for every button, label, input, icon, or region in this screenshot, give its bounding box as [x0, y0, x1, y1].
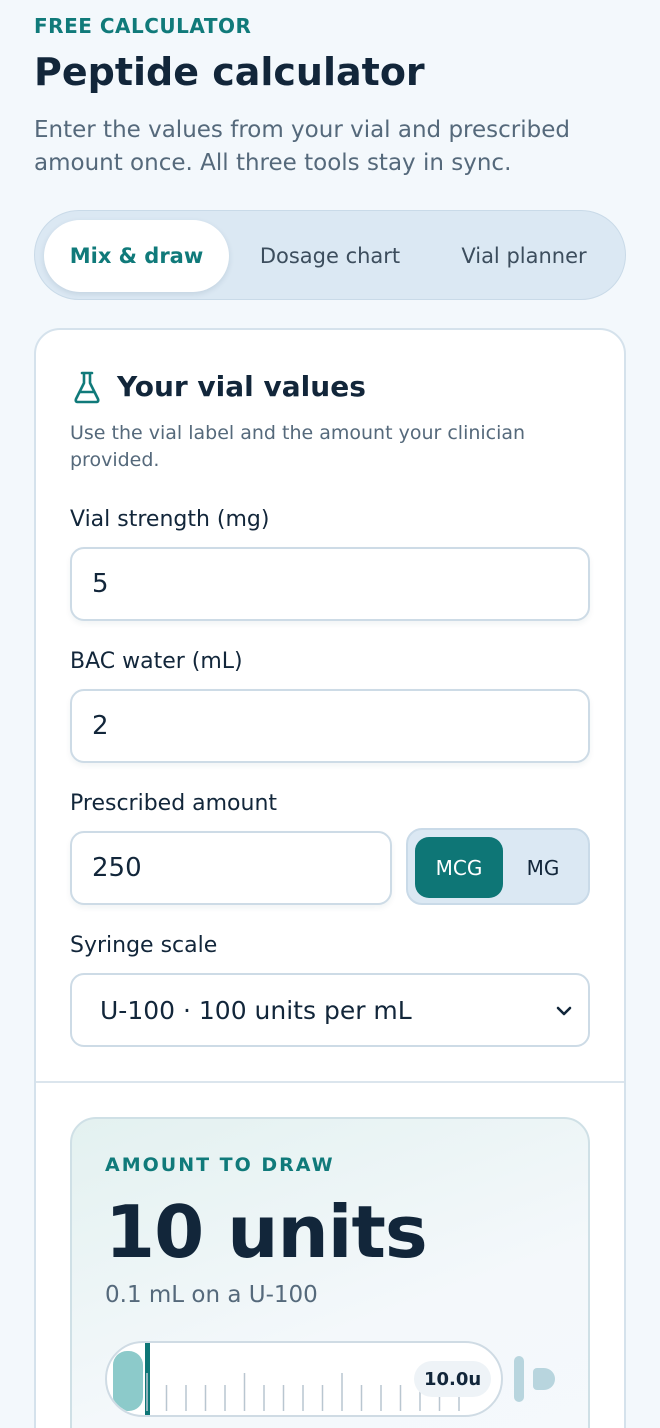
- result-amount: 10 units: [105, 1190, 428, 1274]
- syringe-reading-tag: 10.0u: [414, 1361, 492, 1397]
- unit-option-mg[interactable]: MG: [499, 837, 587, 898]
- eyebrow-label: FREE CALCULATOR: [34, 14, 252, 38]
- syringe-visual: 10.0u: [105, 1341, 503, 1417]
- flask-icon: [74, 371, 100, 404]
- vial-strength-input[interactable]: 5: [70, 547, 590, 621]
- page-title: Peptide calculator: [34, 50, 425, 94]
- prescribed-amount-input[interactable]: 250: [70, 831, 392, 905]
- syringe-scale-value: U-100 · 100 units per mL: [100, 995, 412, 1025]
- result-detail: 0.1 mL on a U-100: [105, 1282, 318, 1308]
- vial-strength-label: Vial strength (mg): [70, 507, 270, 532]
- card-description: Use the vial label and the amount your c…: [70, 422, 526, 471]
- card-title: Your vial values: [117, 370, 366, 403]
- syringe-scale-label: Syringe scale: [70, 933, 218, 958]
- tab-mix-draw[interactable]: Mix & draw: [44, 220, 229, 292]
- plunger-cap: [533, 1368, 555, 1390]
- bac-water-input[interactable]: 2: [70, 689, 590, 763]
- page-subtitle: Enter the values from your vial and pres…: [34, 117, 570, 176]
- tab-bar: Mix & draw Dosage chart Vial planner: [34, 210, 626, 300]
- tab-dosage-chart[interactable]: Dosage chart: [235, 220, 425, 292]
- tab-vial-planner[interactable]: Vial planner: [431, 220, 617, 292]
- bac-water-label: BAC water (mL): [70, 649, 243, 674]
- unit-option-mcg[interactable]: MCG: [415, 837, 503, 898]
- plunger-handle: [514, 1356, 524, 1402]
- unit-toggle: MCG MG: [406, 828, 590, 905]
- result-eyebrow: AMOUNT TO DRAW: [105, 1154, 335, 1176]
- syringe-scale-select[interactable]: U-100 · 100 units per mL: [70, 973, 590, 1047]
- prescribed-amount-label: Prescribed amount: [70, 791, 278, 816]
- chevron-down-icon: [556, 1006, 572, 1016]
- card-divider: [36, 1081, 624, 1083]
